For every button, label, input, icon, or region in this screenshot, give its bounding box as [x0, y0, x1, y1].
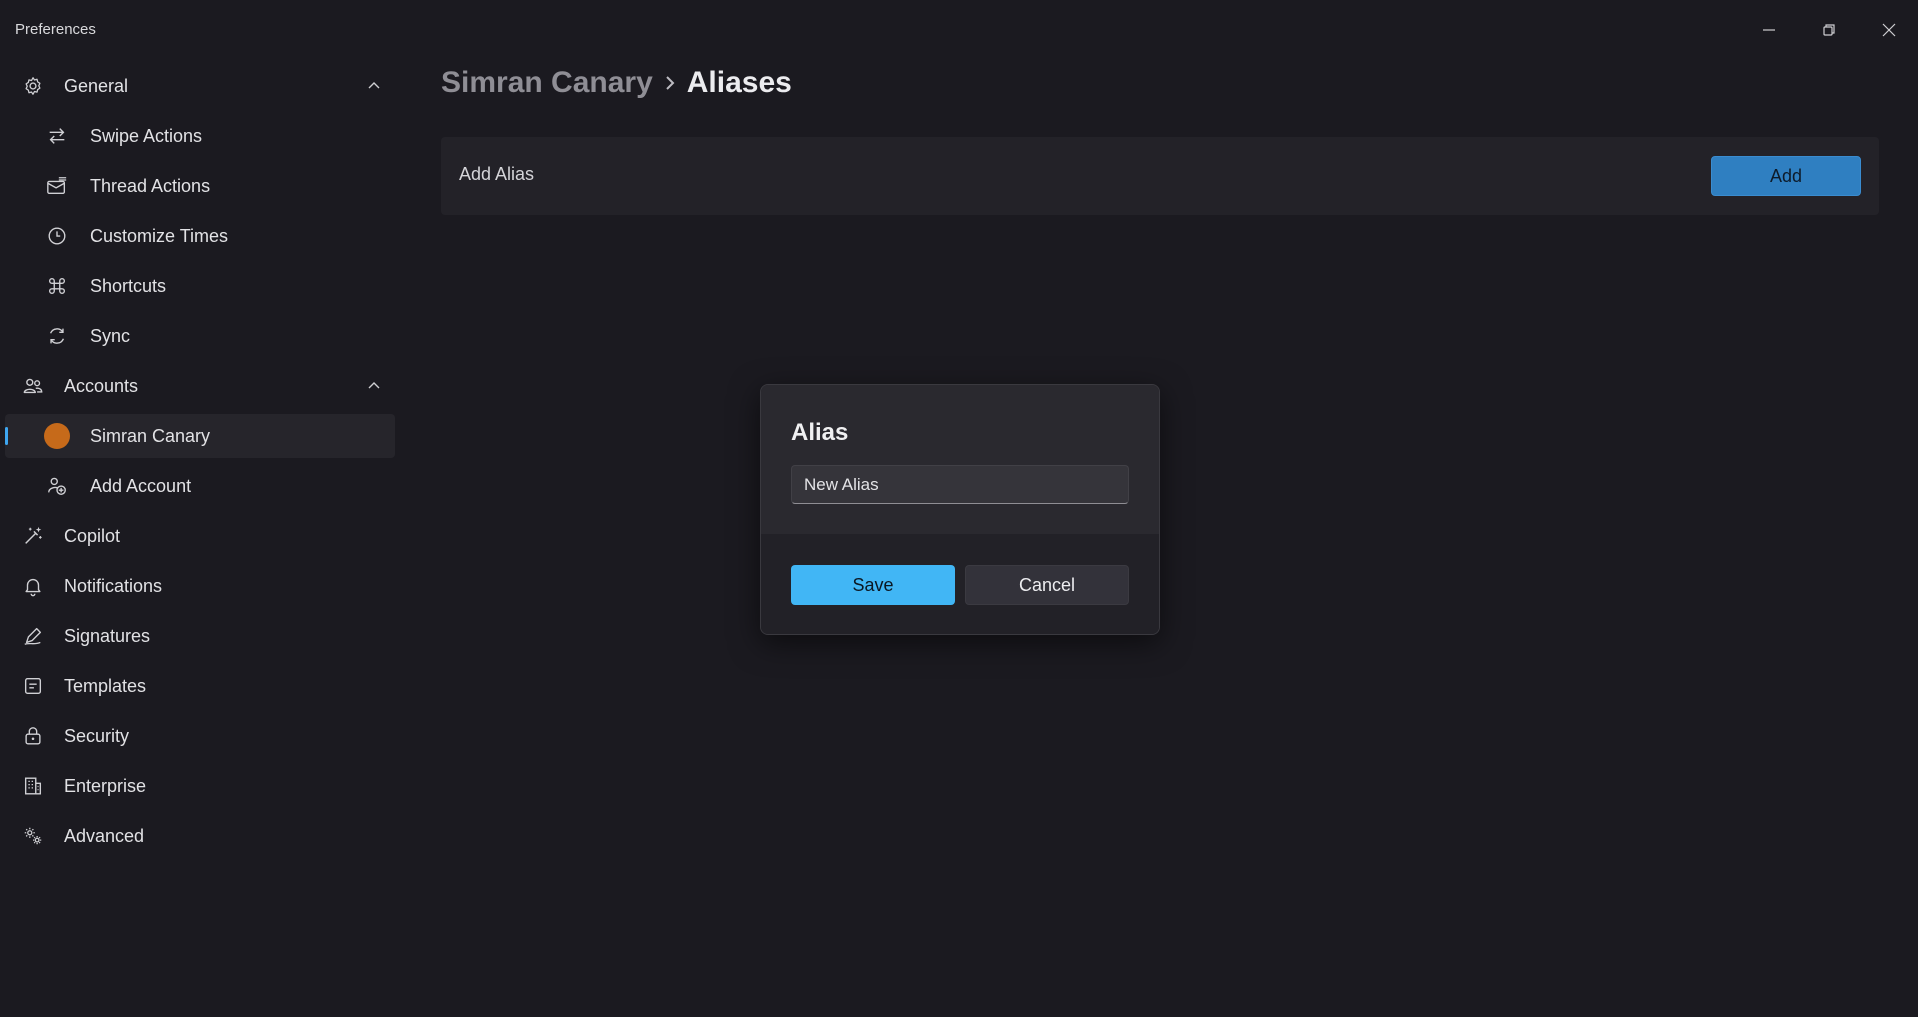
add-alias-button[interactable]: Add — [1711, 156, 1861, 196]
sidebar-item-label: Shortcuts — [90, 275, 167, 296]
avatar — [44, 423, 70, 449]
sidebar-item-general[interactable]: General — [5, 64, 395, 108]
chevron-right-icon — [663, 74, 677, 92]
clock-icon — [45, 224, 69, 248]
sidebar-item-swipe-actions[interactable]: Swipe Actions — [5, 114, 395, 158]
sidebar-item-customize-times[interactable]: Customize Times — [5, 214, 395, 258]
sidebar-item-label: Security — [64, 725, 130, 746]
command-key-icon — [45, 274, 69, 298]
sidebar: General Swipe Actions Thread Actions Cus… — [0, 60, 400, 1017]
add-alias-label: Add Alias — [459, 164, 535, 184]
close-icon — [1882, 23, 1896, 37]
sidebar-item-notifications[interactable]: Notifications — [5, 564, 395, 608]
sidebar-item-label: General — [64, 75, 129, 96]
gear-icon — [21, 74, 45, 98]
sidebar-item-label: Enterprise — [64, 775, 147, 796]
add-account-icon — [45, 474, 69, 498]
minimize-icon — [1763, 29, 1775, 31]
chevron-up-icon[interactable] — [365, 77, 383, 95]
save-button[interactable]: Save — [791, 565, 955, 605]
sync-icon — [45, 324, 69, 348]
sidebar-item-label: Notifications — [64, 575, 163, 596]
breadcrumb-parent[interactable]: Simran Canary — [441, 66, 653, 100]
sidebar-item-label: Simran Canary — [90, 425, 211, 446]
sidebar-item-label: Add Account — [90, 475, 192, 496]
sidebar-item-thread-actions[interactable]: Thread Actions — [5, 164, 395, 208]
sidebar-item-label: Copilot — [64, 525, 121, 546]
alias-input[interactable] — [791, 465, 1129, 504]
restore-icon — [1823, 24, 1835, 36]
dialog-footer: Save Cancel — [761, 534, 1159, 634]
close-button[interactable] — [1866, 12, 1912, 48]
sidebar-item-sync[interactable]: Sync — [5, 314, 395, 358]
selection-indicator — [5, 427, 8, 445]
breadcrumb: Simran Canary Aliases — [441, 66, 792, 100]
sidebar-item-label: Advanced — [64, 825, 145, 846]
pen-icon — [21, 624, 45, 648]
sidebar-item-label: Customize Times — [90, 225, 229, 246]
sidebar-item-simran-canary[interactable]: Simran Canary — [5, 414, 395, 458]
sidebar-item-templates[interactable]: Templates — [5, 664, 395, 708]
people-icon — [21, 374, 45, 398]
mail-stack-icon — [45, 174, 69, 198]
sidebar-item-signatures[interactable]: Signatures — [5, 614, 395, 658]
template-icon — [21, 674, 45, 698]
sidebar-item-copilot[interactable]: Copilot — [5, 514, 395, 558]
sidebar-item-label: Thread Actions — [90, 175, 211, 196]
sidebar-item-advanced[interactable]: Advanced — [5, 814, 395, 858]
sidebar-item-label: Accounts — [64, 375, 139, 396]
add-alias-card: Add Alias Add — [441, 137, 1879, 215]
sidebar-item-label: Templates — [64, 675, 147, 696]
magic-wand-icon — [21, 524, 45, 548]
advanced-gear-icon — [21, 824, 45, 848]
bell-icon — [21, 574, 45, 598]
sidebar-item-label: Signatures — [64, 625, 151, 646]
sidebar-item-label: Swipe Actions — [90, 125, 203, 146]
sidebar-item-shortcuts[interactable]: Shortcuts — [5, 264, 395, 308]
restore-button[interactable] — [1806, 12, 1852, 48]
cancel-button[interactable]: Cancel — [965, 565, 1129, 605]
sidebar-item-security[interactable]: Security — [5, 714, 395, 758]
sidebar-item-enterprise[interactable]: Enterprise — [5, 764, 395, 808]
title-bar: Preferences — [0, 0, 1918, 60]
dialog-title: Alias — [791, 419, 849, 446]
sidebar-item-label: Sync — [90, 325, 131, 346]
sidebar-item-add-account[interactable]: Add Account — [5, 464, 395, 508]
sidebar-item-accounts[interactable]: Accounts — [5, 364, 395, 408]
chevron-up-icon[interactable] — [365, 377, 383, 395]
swap-arrows-icon — [45, 124, 69, 148]
window-title: Preferences — [15, 21, 96, 38]
building-icon — [21, 774, 45, 798]
page-title: Aliases — [686, 66, 792, 99]
minimize-button[interactable] — [1746, 12, 1792, 48]
dialog-content: Alias — [761, 385, 1159, 534]
lock-icon — [21, 724, 45, 748]
alias-dialog: Alias Save Cancel — [760, 384, 1160, 635]
